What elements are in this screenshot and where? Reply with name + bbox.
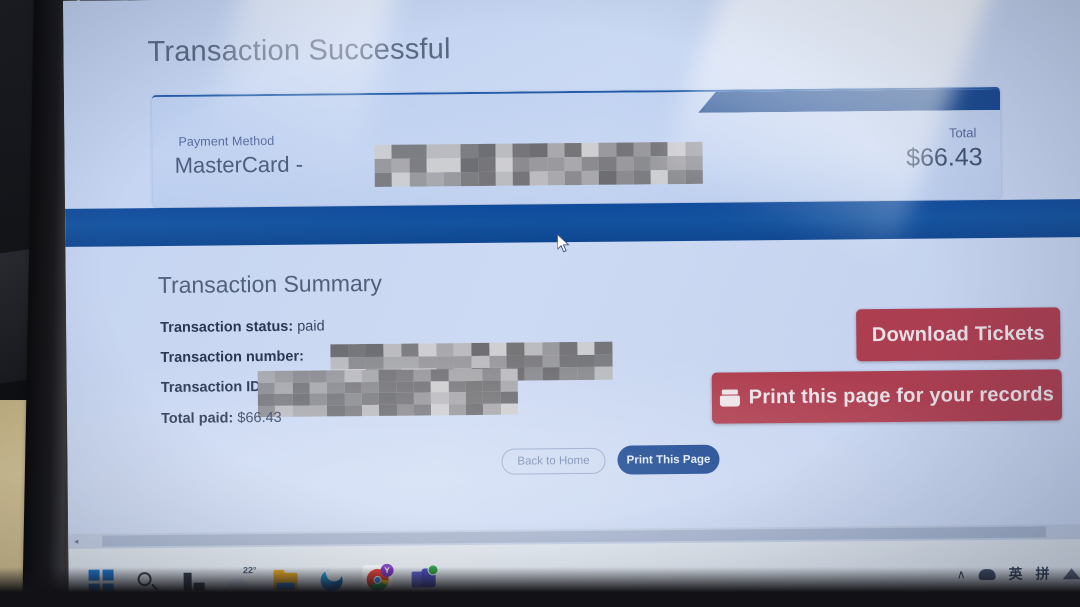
total-value: $66.43 [906, 143, 983, 172]
summary-value-total-paid: $66.43 [237, 409, 282, 427]
print-records-label: Print this page for your records [748, 383, 1055, 409]
tray-overflow-icon[interactable]: ∧ [957, 567, 966, 581]
summary-row-status: Transaction status: paid [160, 318, 325, 336]
windows-logo-icon [88, 569, 115, 595]
task-view-button[interactable] [179, 567, 209, 597]
teams-button[interactable] [408, 564, 439, 594]
teams-icon [411, 564, 439, 592]
printer-icon [720, 389, 740, 406]
chrome-icon: Y [365, 563, 394, 593]
search-icon [135, 569, 161, 595]
payment-method-label: Payment Method [178, 133, 275, 149]
print-this-page-label: Print This Page [626, 453, 711, 467]
wifi-icon[interactable] [1062, 567, 1080, 579]
redacted-card-number [374, 141, 703, 187]
summary-heading: Transaction Summary [157, 269, 383, 299]
file-explorer-button[interactable] [271, 566, 301, 596]
summary-row-number: Transaction number: [160, 341, 613, 383]
weather-widget[interactable]: 22° [225, 565, 257, 596]
weather-temperature: 22° [242, 565, 257, 576]
summary-label-id: Transaction ID: [160, 379, 266, 397]
cloud-icon[interactable] [978, 568, 996, 580]
total-label: Total [948, 125, 977, 141]
taskbar-icon-group: 22° Y [87, 563, 439, 597]
edge-button[interactable] [316, 565, 346, 595]
scroll-left-arrow[interactable]: ◂ [68, 534, 84, 549]
summary-label-total-paid: Total paid: [161, 410, 234, 428]
back-to-home-label: Back to Home [517, 454, 590, 468]
print-records-button[interactable]: Print this page for your records [711, 369, 1063, 424]
payment-method-card: Payment Method MasterCard - Total $66.43 [151, 86, 1002, 208]
summary-label-number: Transaction number: [160, 348, 304, 367]
summary-row-total-paid: Total paid: $66.43 [161, 410, 282, 427]
redacted-transaction-id [257, 368, 519, 418]
print-this-page-button[interactable]: Print This Page [617, 444, 720, 475]
teams-status-badge [427, 564, 439, 576]
page-title: Transaction Successful [147, 33, 451, 69]
search-button[interactable] [133, 567, 163, 597]
transaction-page: Transaction Successful Payment Method Ma… [63, 0, 1080, 549]
mouse-cursor [557, 234, 571, 254]
ime-language-indicator[interactable]: 英 [1009, 564, 1023, 584]
photo-of-laptop-screen: Transaction Successful Payment Method Ma… [0, 0, 1080, 607]
payment-method-value: MasterCard - [174, 151, 304, 178]
summary-label-status: Transaction status: [160, 318, 294, 337]
summary-row-id: Transaction ID:6 [160, 368, 519, 418]
summary-value-status: paid [297, 318, 325, 335]
chrome-button[interactable]: Y [362, 563, 394, 596]
back-to-home-button[interactable]: Back to Home [501, 447, 606, 475]
windows-taskbar: 22° Y ∧ 英 拼 [68, 539, 1080, 607]
folder-icon [273, 568, 299, 594]
system-tray: ∧ 英 拼 [957, 563, 1080, 584]
card-corner-ribbon [698, 89, 1000, 113]
start-button[interactable] [87, 567, 117, 597]
chrome-notification-badge: Y [380, 563, 394, 577]
download-tickets-label: Download Tickets [871, 322, 1045, 346]
edge-icon [319, 566, 345, 593]
weather-icon: 22° [227, 565, 257, 594]
task-view-icon [181, 569, 207, 595]
laptop-screen: Transaction Successful Payment Method Ma… [63, 0, 1080, 607]
download-tickets-button[interactable]: Download Tickets [856, 307, 1061, 362]
ime-mode-indicator[interactable]: 拼 [1036, 563, 1050, 583]
